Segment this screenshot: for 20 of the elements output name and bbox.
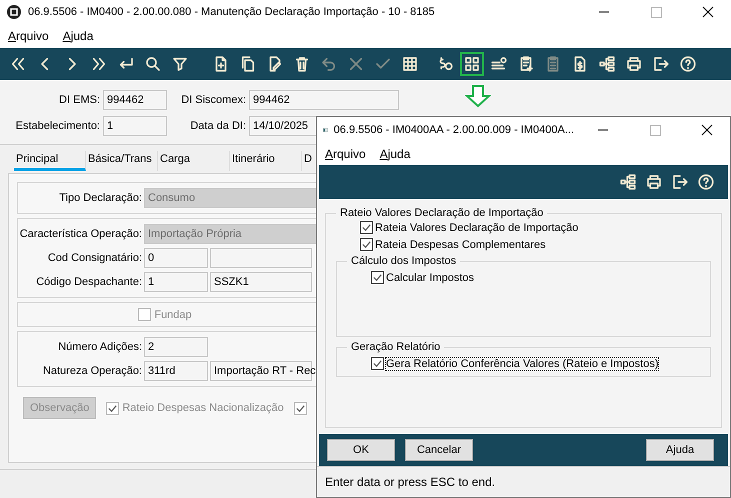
field-label: Natureza Operação: [42, 365, 142, 377]
field-label: DI Siscomex: [180, 94, 246, 106]
checkbox-label: Gera Relatório Conferência Valores (Rateio e Impostos) [386, 358, 658, 370]
field-label: Código Despachante: [35, 276, 142, 288]
window-title: 06.9.5506 - IM0400 - 2.00.00.080 - Manutenção Declaração Importação - 10 - 8185 [28, 6, 436, 18]
group-title: Cálculo dos Impostos [350, 255, 458, 267]
window-title: 06.9.5506 - IM0400AA - 2.00.00.009 - IM0400A... [334, 124, 574, 136]
group-title: Geração Relatório [350, 341, 442, 353]
field-label: Número Adições: [57, 341, 142, 353]
checkbox-label: Rateio Despesas Nacionalização [122, 402, 284, 414]
field-label: DI EMS: [58, 94, 100, 106]
field-label: Tipo Declaração: [58, 192, 142, 204]
field-label: Característica Operação: [18, 228, 142, 240]
field-label: Estabelecimento: [14, 120, 100, 132]
field-label: Cod Consignatário: [46, 252, 142, 264]
checkbox-label: Calcular Impostos [386, 272, 474, 284]
field-label: Data da DI: [189, 120, 246, 132]
group-title: Rateio Valores Declaração de Importação [339, 207, 544, 219]
status-text: Enter data or press ESC to end. [317, 466, 730, 497]
checkbox-label: Fundap [154, 308, 192, 320]
